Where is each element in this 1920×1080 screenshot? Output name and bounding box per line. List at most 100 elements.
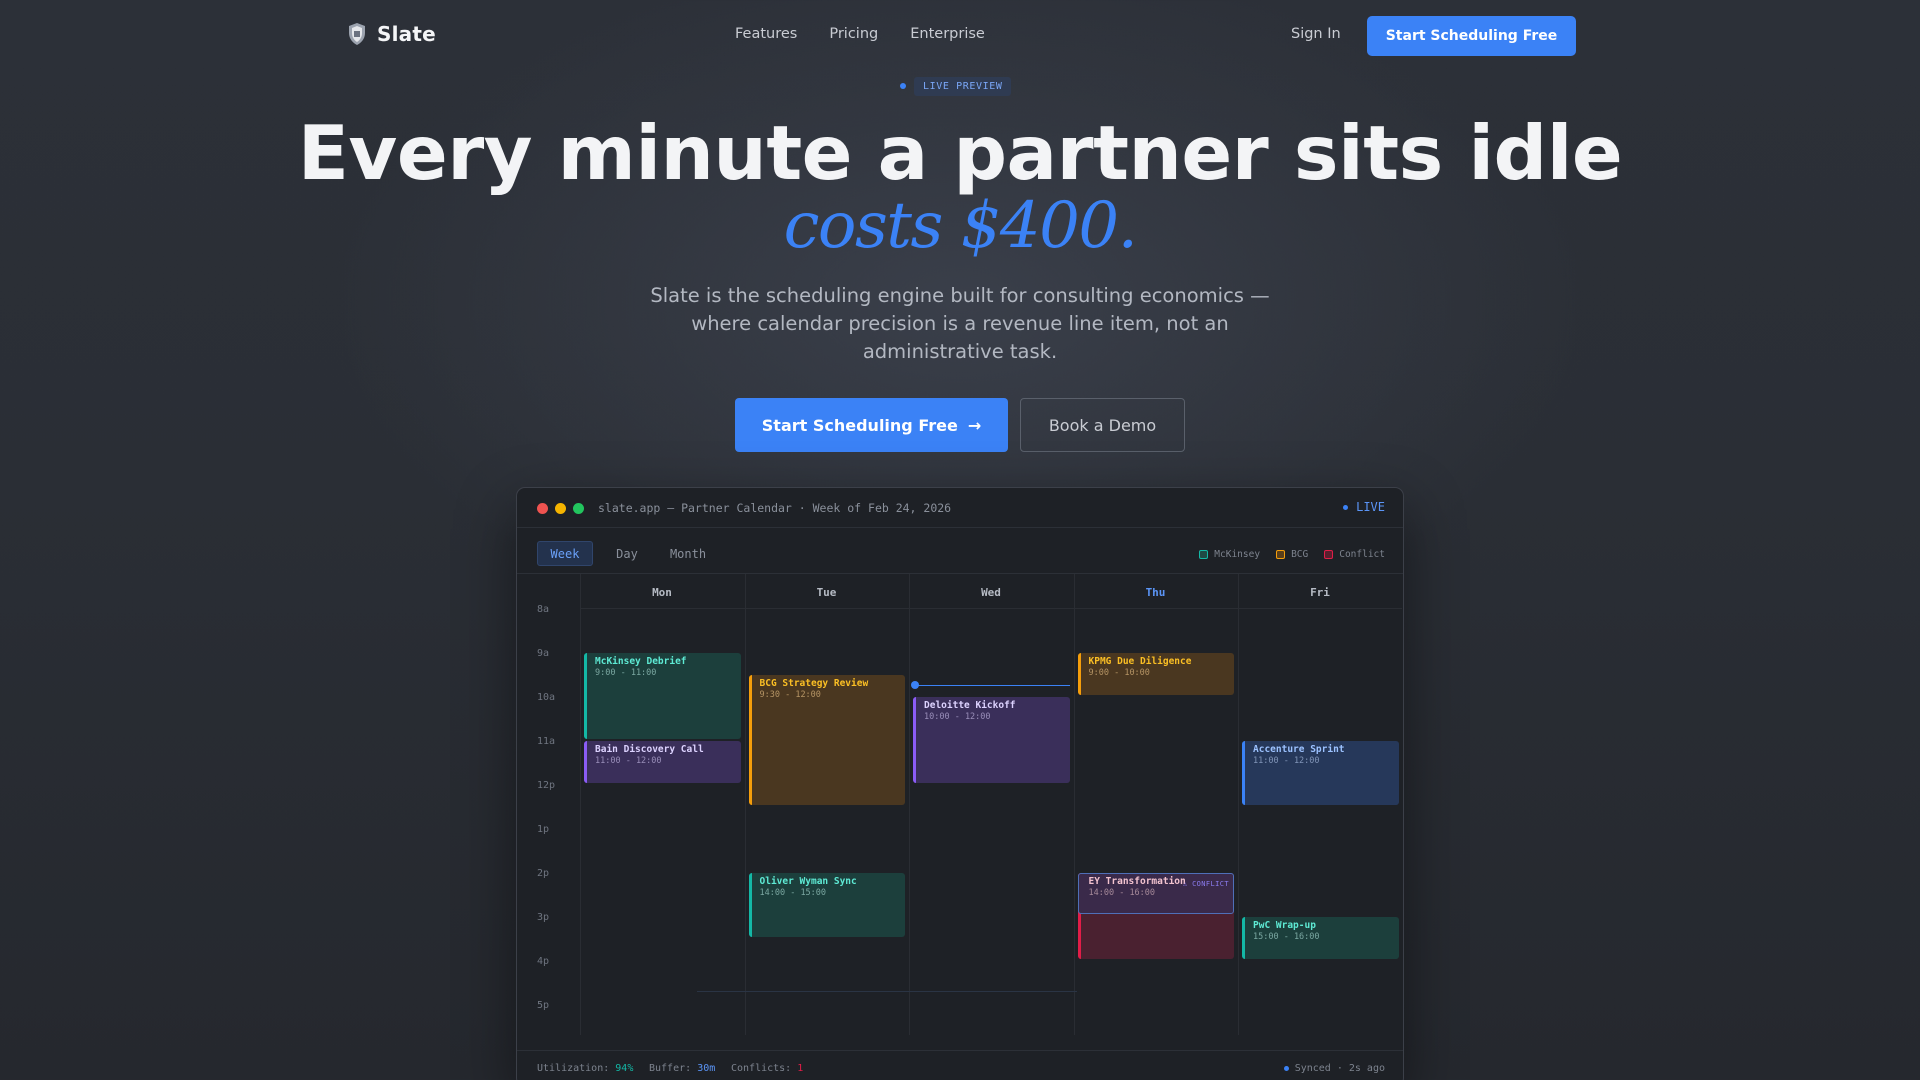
live-dot-icon (1343, 504, 1349, 510)
buffer-label: Buffer: (649, 1063, 692, 1074)
calendar-event[interactable]: PwC Wrap-up 15:00 - 16:00 (1242, 917, 1399, 959)
calendar-event[interactable]: Accenture Sprint 11:00 - 12:00 (1242, 741, 1399, 805)
calendar-preview-window: slate.app — Partner Calendar · Week of F… (516, 487, 1404, 1080)
event-time: 11:00 - 12:00 (1253, 756, 1320, 766)
start-scheduling-button[interactable]: Start Scheduling Free → (735, 398, 1008, 452)
legend-swatch (1199, 550, 1209, 559)
legend-label: BCG (1291, 549, 1309, 560)
live-indicator: LIVE (1343, 500, 1385, 514)
badge-label: LIVE PREVIEW (914, 76, 1012, 96)
conflicts-value: 1 (797, 1063, 804, 1074)
start-scheduling-label: Start Scheduling Free (761, 415, 958, 435)
conflicts-stat: Conflicts: 1 (731, 1063, 803, 1074)
calendar-event[interactable]: Bain Discovery Call 11:00 - 12:00 (584, 741, 741, 783)
day-header-tue[interactable]: Tue (745, 586, 909, 599)
event-time: 11:00 - 12:00 (595, 756, 662, 766)
legend-label: McKinsey (1214, 549, 1261, 560)
day-column-divider (1238, 574, 1239, 1035)
utilization-value: 94% (615, 1063, 634, 1074)
brand[interactable]: Slate (347, 22, 436, 46)
week-calendar-grid: Mon Tue Wed Thu Fri 8a 9a 10a 11a 12p 1p 2p 3p 4p 5p Mc… (517, 574, 1403, 1035)
calendar-event[interactable]: McKinsey Debrief 9:00 - 11:00 (584, 653, 741, 739)
legend-item-mckinsey: McKinsey (1199, 549, 1260, 560)
day-header-wed[interactable]: Wed (909, 586, 1073, 599)
hour-label: 10a (537, 692, 556, 703)
sync-dot-icon (1283, 1066, 1289, 1071)
nav-link-pricing[interactable]: Pricing (829, 26, 878, 42)
day-header-mon[interactable]: Mon (580, 586, 744, 599)
event-title: McKinsey Debrief (595, 656, 687, 667)
event-title: Bain Discovery Call (595, 744, 704, 755)
hour-label: 5p (537, 1000, 550, 1011)
tab-week[interactable]: Week (537, 541, 593, 566)
calendar-event[interactable]: EY Transformation 14:00 - 16:00 ⚠ CONFLICT (1077, 873, 1234, 959)
calendar-event[interactable]: Oliver Wyman Sync 14:00 - 15:00 (748, 873, 905, 937)
top-nav: Slate Features Pricing Enterprise Sign I… (0, 0, 1920, 72)
event-time: 15:00 - 16:00 (1253, 932, 1320, 942)
calendar-event[interactable]: KPMG Due Diligence 9:00 - 10:00 (1077, 653, 1234, 695)
hour-label: 9a (537, 648, 550, 659)
nav-link-features[interactable]: Features (735, 26, 797, 42)
window-title: slate.app — Partner Calendar · Week of F… (598, 501, 952, 515)
book-demo-button[interactable]: Book a Demo (1020, 398, 1185, 452)
hour-label: 4p (537, 956, 550, 967)
event-title: Accenture Sprint (1253, 744, 1345, 755)
event-time: 9:00 - 11:00 (595, 668, 657, 678)
calendar-legend: McKinsey BCG Conflict (1199, 549, 1385, 560)
calendar-footer: Utilization: 94% Buffer: 30m Conflicts: … (517, 1050, 1403, 1080)
conflicts-label: Conflicts: (731, 1063, 792, 1074)
hour-label: 8a (537, 604, 550, 615)
event-title: Oliver Wyman Sync (759, 876, 857, 887)
hour-label: 12p (537, 780, 556, 791)
day-header-thu[interactable]: Thu (1074, 586, 1238, 599)
sync-label: Synced · 2s ago (1294, 1063, 1385, 1074)
current-time-line (917, 685, 1070, 686)
buffer-stat: Buffer: 30m (649, 1063, 715, 1074)
legend-swatch (1324, 550, 1334, 559)
hero-subtitle: Slate is the scheduling engine built for… (650, 284, 1270, 363)
live-preview-badge: LIVE PREVIEW (900, 75, 1012, 97)
day-column-divider (580, 574, 581, 1035)
event-time: 14:00 - 15:00 (759, 888, 827, 898)
legend-label: Conflict (1339, 549, 1385, 560)
brand-name: Slate (377, 22, 436, 46)
nav-link-enterprise[interactable]: Enterprise (910, 26, 985, 42)
hero-headline-accent: costs $400. (783, 189, 1138, 263)
arrow-right-icon: → (967, 415, 982, 435)
day-header-fri[interactable]: Fri (1238, 586, 1402, 599)
header-divider (580, 608, 1402, 609)
event-time: 14:00 - 16:00 (1088, 888, 1156, 898)
event-title: BCG Strategy Review (759, 678, 869, 689)
tab-day[interactable]: Day (607, 541, 647, 566)
event-title: Deloitte Kickoff (924, 700, 1016, 711)
legend-item-bcg: BCG (1276, 549, 1308, 560)
conflict-tag: ⚠ CONFLICT (1182, 880, 1229, 888)
hour-label: 3p (537, 912, 550, 923)
window-minimize-dot[interactable] (555, 503, 566, 514)
event-time: 9:00 - 10:00 (1088, 668, 1150, 678)
sync-status: Synced · 2s ago (1283, 1063, 1385, 1074)
legend-swatch (1276, 550, 1286, 559)
shield-logo-icon (349, 23, 365, 45)
day-column-divider (1402, 574, 1403, 1035)
day-column-divider (1073, 574, 1075, 1035)
hour-label: 11a (537, 736, 556, 747)
window-titlebar: slate.app — Partner Calendar · Week of F… (517, 488, 1403, 528)
calendar-event[interactable]: BCG Strategy Review 9:30 - 12:00 (748, 675, 905, 805)
sign-in-link[interactable]: Sign In (1291, 26, 1341, 42)
calendar-event[interactable]: Deloitte Kickoff 10:00 - 12:00 (913, 697, 1070, 783)
nav-start-free-button[interactable]: Start Scheduling Free (1367, 16, 1576, 56)
tab-month[interactable]: Month (663, 541, 713, 566)
badge-dot (900, 83, 906, 89)
grid-bottom-line (697, 990, 1077, 992)
legend-item-conflict: Conflict (1324, 549, 1385, 560)
live-label: LIVE (1356, 500, 1385, 514)
utilization-label: Utilization: (537, 1063, 610, 1074)
event-time: 10:00 - 12:00 (924, 712, 991, 722)
window-maximize-dot[interactable] (573, 503, 584, 514)
event-time: 9:30 - 12:00 (759, 690, 821, 700)
window-close-dot[interactable] (537, 503, 548, 514)
event-title: PwC Wrap-up (1253, 920, 1316, 931)
hour-label: 2p (537, 868, 550, 879)
buffer-value: 30m (697, 1063, 716, 1074)
